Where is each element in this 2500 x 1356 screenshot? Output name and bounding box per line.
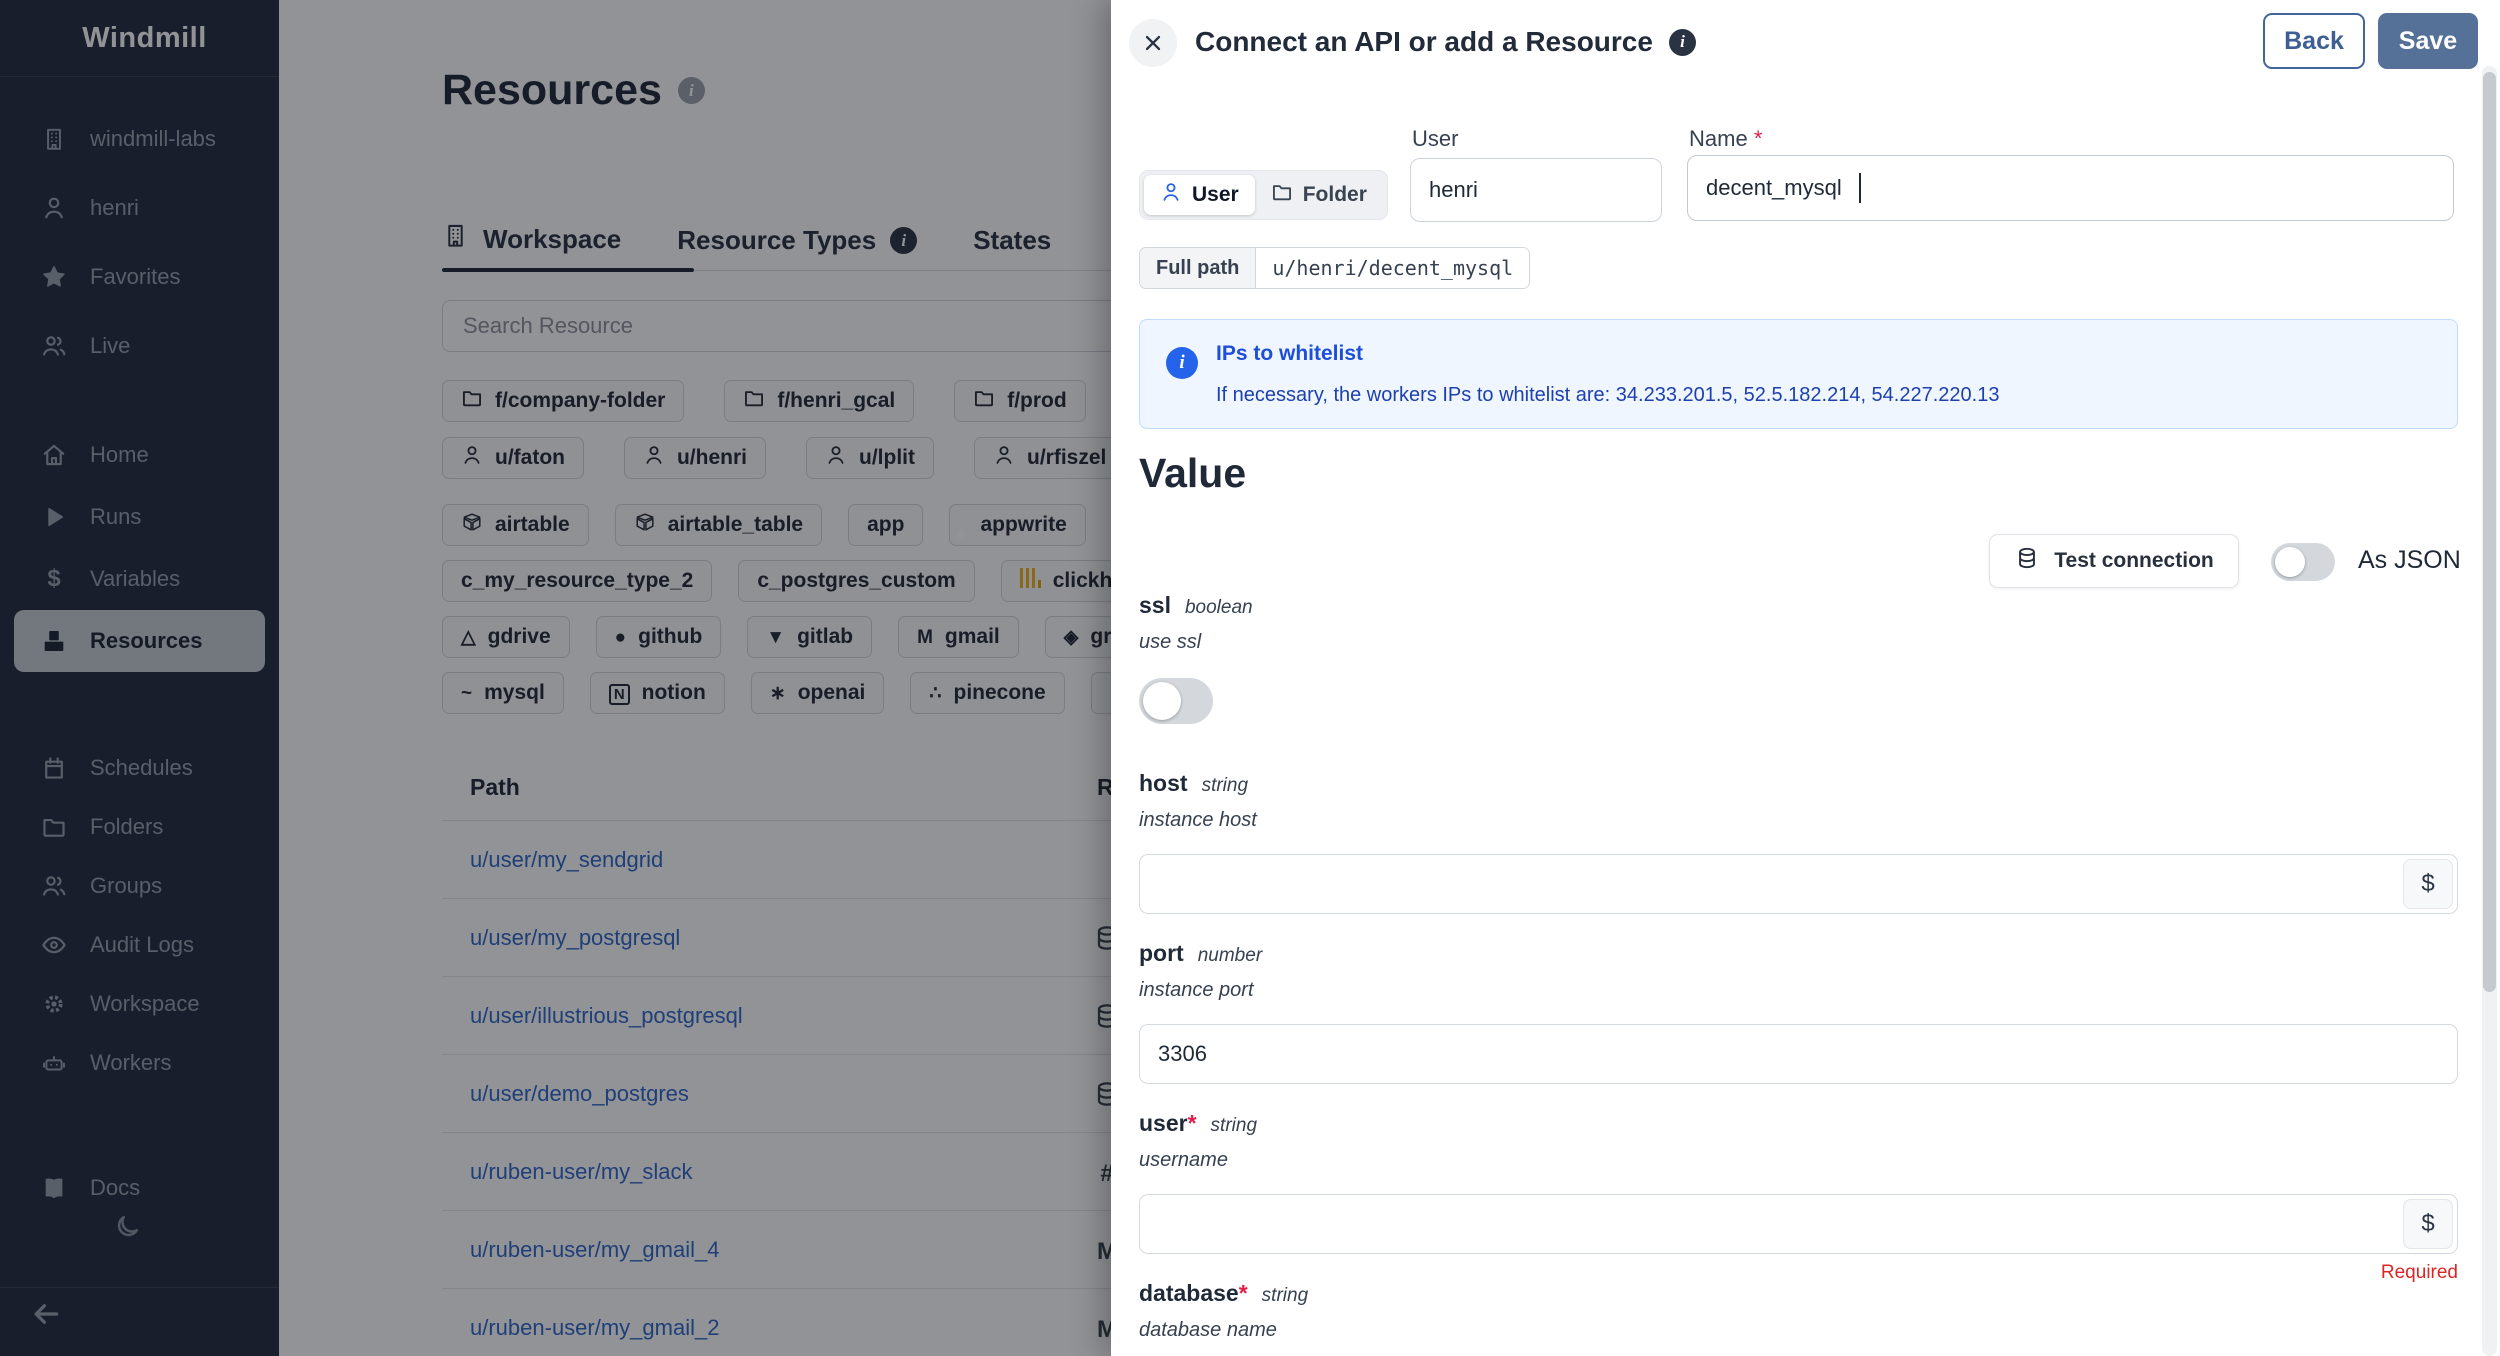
field-ssl: ssl boolean use ssl [1139, 592, 2458, 724]
field-description: database name [1139, 1319, 1277, 1341]
field-name: user [1139, 1110, 1188, 1136]
insert-variable-button[interactable]: $ [2403, 1199, 2453, 1249]
field-type: boolean [1184, 597, 1253, 618]
field-input-wrap: $ [1139, 1194, 2458, 1254]
as-json-toggle[interactable] [2271, 543, 2335, 581]
resource-drawer: Connect an API or add a Resource i Back … [1111, 0, 2500, 1356]
owner-user-input[interactable] [1410, 158, 1662, 222]
user-field-label: User [1412, 126, 1459, 151]
field-name: ssl [1139, 592, 1171, 618]
full-path: Full path u/henri/decent_mysql [1139, 247, 1531, 289]
field-name-row: ssl boolean [1139, 592, 2458, 619]
full-path-value: u/henri/decent_mysql [1256, 248, 1530, 288]
drawer-title: Connect an API or add a Resource i [1195, 26, 1696, 58]
field-user-input[interactable] [1139, 1194, 2458, 1254]
field-type: number [1197, 945, 1263, 966]
field-port: port number instance port [1139, 940, 2458, 1084]
close-button[interactable] [1129, 19, 1177, 67]
field-description: instance host [1139, 809, 1257, 831]
owner-kind-option-user[interactable]: User [1144, 175, 1255, 215]
user-icon [1160, 181, 1182, 209]
segment-label: Folder [1302, 183, 1367, 206]
owner-kind-option-folder[interactable]: Folder [1255, 175, 1383, 215]
test-connection-button[interactable]: Test connection [1989, 534, 2239, 588]
field-user: user* string username $ Required [1139, 1110, 2458, 1284]
name-field-wrap [1687, 155, 2454, 221]
owner-kind-toggle: User Folder [1139, 170, 1388, 220]
info-icon: i [1166, 347, 1198, 379]
field-host-input[interactable] [1139, 854, 2458, 914]
field-description: instance port [1139, 979, 1254, 1001]
back-button[interactable]: Back [2263, 13, 2365, 69]
value-section-title: Value [1139, 450, 1247, 496]
segment-label: User [1192, 183, 1239, 206]
field-description: use ssl [1139, 631, 1202, 653]
field-name-row: user* string [1139, 1110, 2458, 1137]
field-type: string [1210, 1115, 1258, 1136]
field-name-row: database* string [1139, 1280, 2458, 1307]
save-button[interactable]: Save [2378, 13, 2478, 69]
field-port-input[interactable] [1139, 1024, 2458, 1084]
database-icon [2014, 545, 2040, 577]
drawer-scrollbar-track[interactable] [2482, 66, 2497, 1356]
field-database: database* string database name [1139, 1280, 2458, 1342]
name-field-label: Name * [1689, 126, 1763, 151]
required-asterisk: * [1187, 1110, 1197, 1136]
drawer-title-text: Connect an API or add a Resource [1195, 26, 1653, 57]
drawer-title-info-icon[interactable]: i [1668, 28, 1696, 56]
resource-name-input[interactable] [1687, 155, 2454, 221]
field-name-row: host string [1139, 770, 2458, 797]
ip-whitelist-callout: i IPs to whitelist If necessary, the wor… [1139, 319, 2458, 429]
ip-whitelist-body: If necessary, the workers IPs to whiteli… [1216, 384, 2000, 406]
test-connection-label: Test connection [2054, 549, 2214, 572]
field-ssl-toggle[interactable] [1139, 678, 1213, 724]
field-input-wrap: $ [1139, 854, 2458, 914]
required-asterisk: * [1238, 1280, 1248, 1306]
field-name: port [1139, 940, 1184, 966]
as-json-label: As JSON [2358, 546, 2461, 574]
insert-variable-button[interactable]: $ [2403, 859, 2453, 909]
field-type: string [1261, 1285, 1309, 1306]
folder-icon [1271, 181, 1293, 209]
text-caret [1859, 173, 1861, 203]
drawer-scrollbar-thumb[interactable] [2483, 72, 2496, 992]
ip-whitelist-title: IPs to whitelist [1216, 342, 1364, 365]
field-host: host string instance host $ [1139, 770, 2458, 914]
field-name-row: port number [1139, 940, 2458, 967]
app-window: Windmill windmill-labs henri Favorites Live… [0, 0, 2500, 1356]
field-name: host [1139, 770, 1188, 796]
field-type: string [1201, 775, 1249, 796]
field-name: database [1139, 1280, 1239, 1306]
field-input-wrap [1139, 1024, 2458, 1084]
full-path-label: Full path [1140, 248, 1257, 288]
field-description: username [1139, 1149, 1228, 1171]
